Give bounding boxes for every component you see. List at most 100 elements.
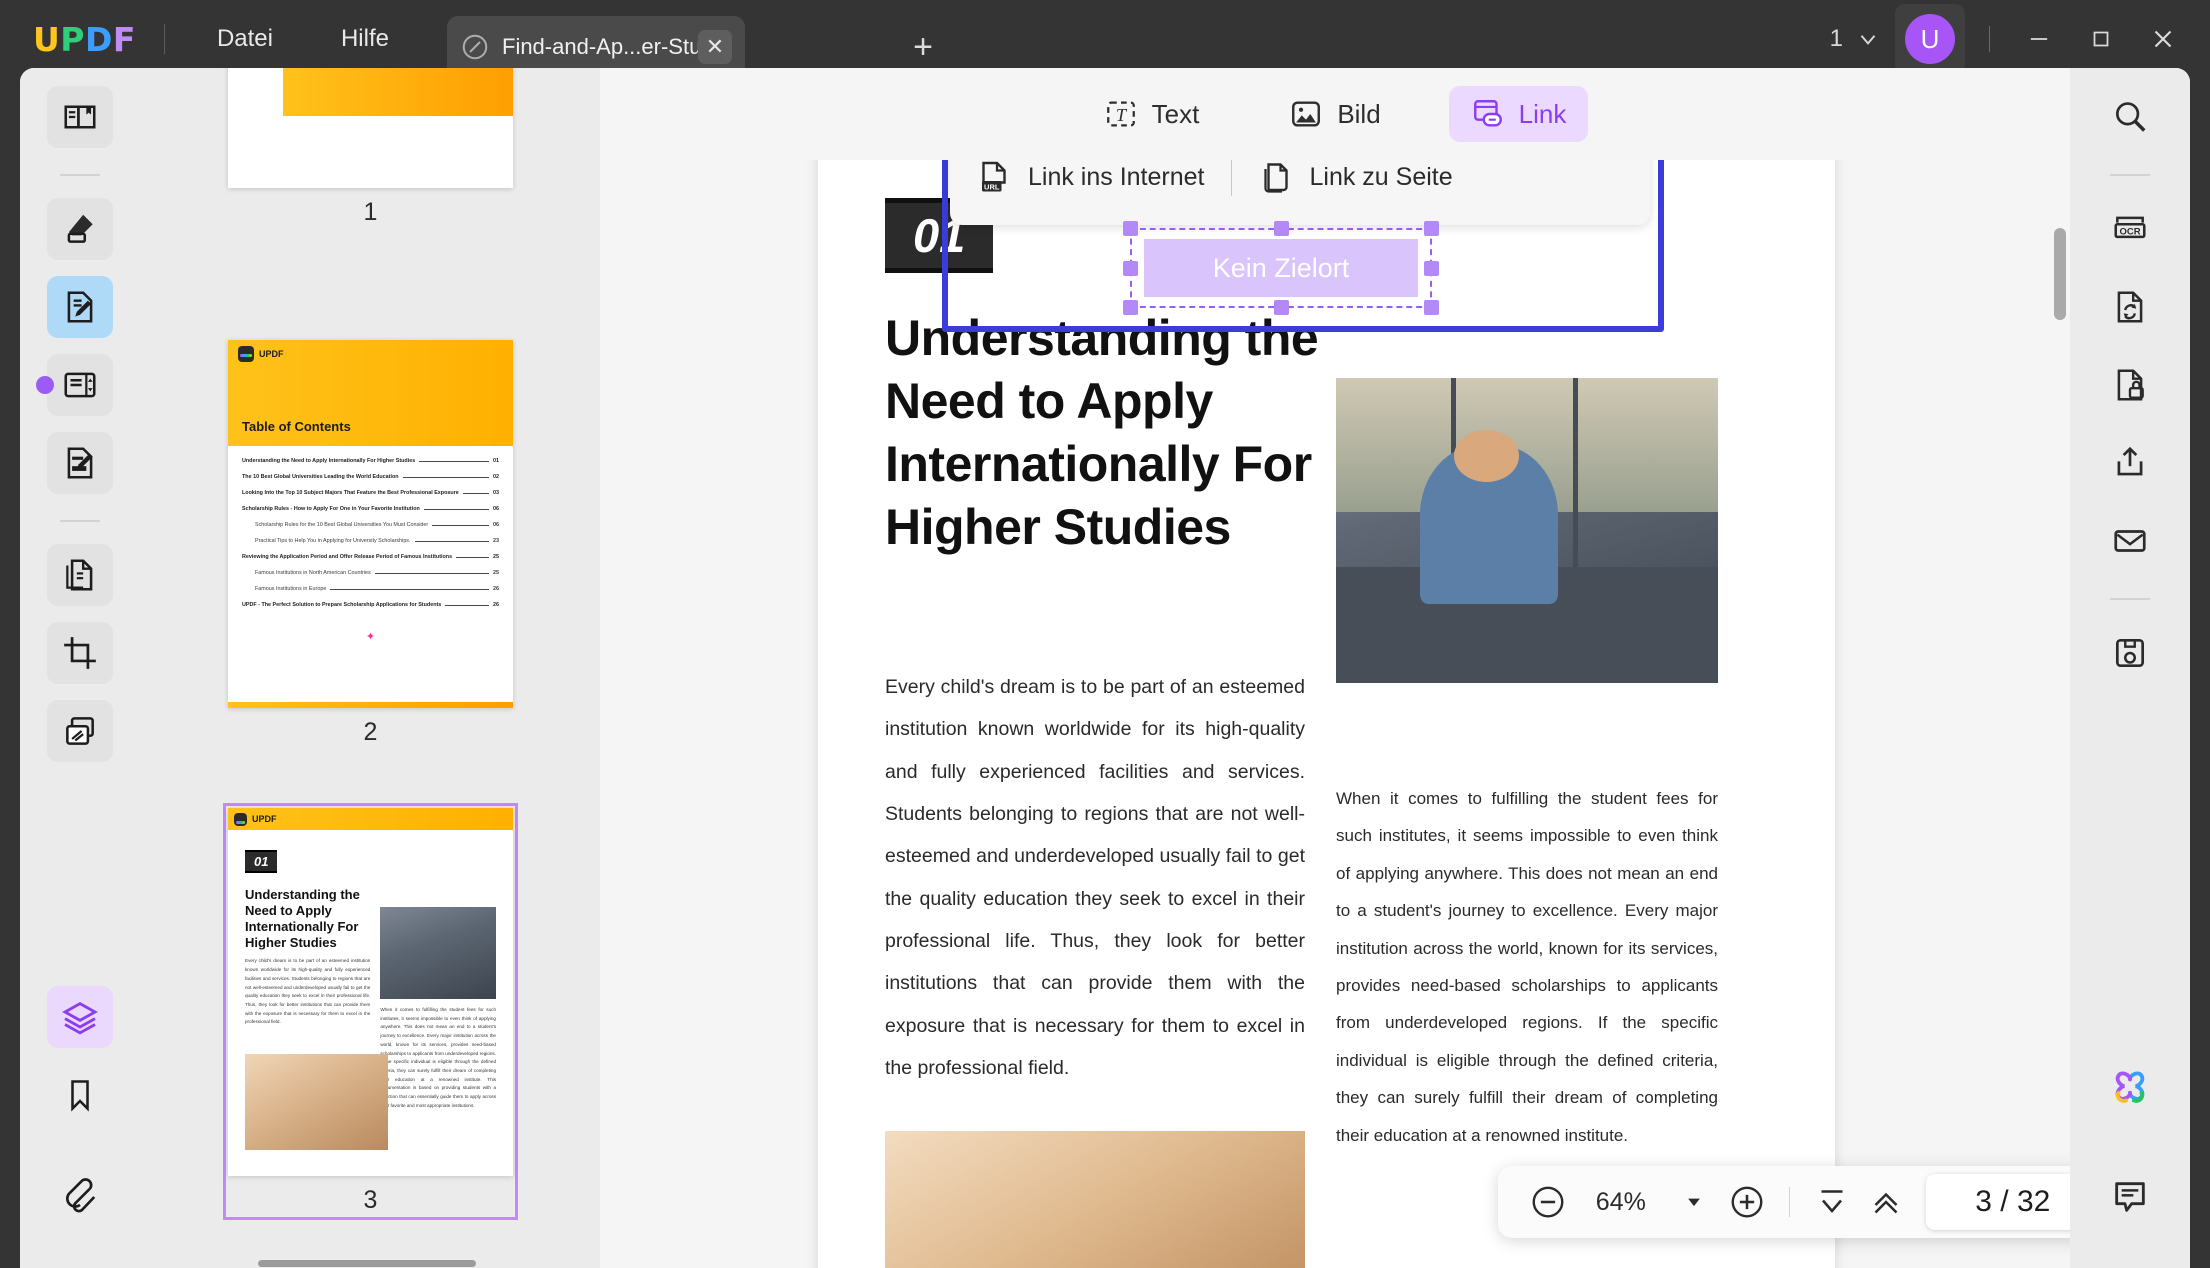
sidebar-form-icon[interactable]: [47, 354, 113, 416]
close-icon: [2148, 24, 2178, 54]
sidebar-organize-pages-icon[interactable]: [47, 544, 113, 606]
zoom-dropdown-button[interactable]: [1670, 1176, 1718, 1228]
window-count-selector[interactable]: 1: [1830, 25, 1881, 53]
link-popup: URL Link ins Internet Link zu Seite: [950, 160, 1650, 225]
convert-icon[interactable]: [2097, 276, 2163, 338]
tool-bild-label: Bild: [1337, 99, 1380, 130]
link-zu-seite-button[interactable]: Link zu Seite: [1232, 160, 1479, 196]
zoom-level-value: 64%: [1578, 1188, 1664, 1217]
email-icon[interactable]: [2097, 510, 2163, 572]
bookmark-panel-icon[interactable]: [47, 1064, 113, 1126]
comment-icon[interactable]: [2097, 1166, 2163, 1228]
sidebar-highlight-icon[interactable]: [47, 198, 113, 260]
text-icon: T: [1104, 97, 1138, 131]
navbar-divider-1: [1789, 1187, 1790, 1217]
search-icon[interactable]: [2097, 86, 2163, 148]
resize-handle-w[interactable]: [1123, 261, 1138, 276]
tool-link[interactable]: Link: [1449, 86, 1589, 142]
resize-handle-sw[interactable]: [1123, 300, 1138, 315]
save-icon[interactable]: [2097, 622, 2163, 684]
thumbnail-page-2-number: 2: [228, 718, 513, 747]
thumbnail-page-3-number: 3: [228, 1186, 513, 1215]
maximize-button[interactable]: [2070, 0, 2132, 78]
panel-resize-handle[interactable]: [36, 376, 54, 394]
toc-leader: [403, 477, 489, 478]
sidebar-edit-pdf-icon[interactable]: [47, 276, 113, 338]
tab-close-icon[interactable]: ✕: [698, 30, 732, 64]
sidebar-sign-icon[interactable]: [47, 432, 113, 494]
sidebar-compare-icon[interactable]: [47, 700, 113, 762]
thumbnail-horizontal-scrollbar[interactable]: [140, 1258, 600, 1268]
zoom-in-button[interactable]: [1724, 1176, 1772, 1228]
resize-handle-n[interactable]: [1274, 221, 1289, 236]
close-button[interactable]: [2132, 0, 2194, 78]
thumb2-title: Table of Contents: [228, 419, 365, 446]
toc-entry-label: Famous Institutions in Europe: [255, 586, 326, 592]
tool-bild[interactable]: Bild: [1267, 86, 1402, 142]
page-photo-student: [1336, 378, 1718, 683]
toc-entry-label: Famous Institutions in North American Co…: [255, 570, 371, 576]
logo-letter-d: D: [85, 20, 113, 59]
share-icon[interactable]: [2097, 432, 2163, 494]
attachment-panel-icon[interactable]: [47, 1166, 113, 1228]
toc-entry-page: 26: [493, 586, 499, 592]
right-rail-divider-2: [2110, 598, 2150, 600]
document-vertical-scrollbar[interactable]: [2054, 228, 2066, 320]
thumbnails-panel-icon[interactable]: [47, 986, 113, 1048]
ai-assistant-icon[interactable]: [2097, 1058, 2163, 1120]
toc-row: Scholarship Rules - How to Apply For One…: [242, 506, 499, 512]
sidebar-reader-icon[interactable]: [47, 86, 113, 148]
resize-handle-s[interactable]: [1274, 300, 1289, 315]
toc-row: Reviewing the Application Period and Off…: [242, 554, 499, 560]
new-tab-button[interactable]: +: [903, 30, 943, 70]
page-indicator-field[interactable]: 3 / 32: [1926, 1174, 2070, 1230]
link-ins-internet-button[interactable]: URL Link ins Internet: [950, 160, 1231, 196]
menu-datei[interactable]: Datei: [195, 19, 295, 59]
window-count-value: 1: [1830, 25, 1843, 53]
sidebar-crop-icon[interactable]: [47, 622, 113, 684]
thumbnail-page-1-preview: [228, 68, 513, 188]
link-zu-seite-label: Link zu Seite: [1310, 163, 1453, 192]
resize-handle-nw[interactable]: [1123, 221, 1138, 236]
protect-icon[interactable]: [2097, 354, 2163, 416]
thumbnail-page-1[interactable]: 1: [228, 68, 513, 227]
thumb3-brand-mark: [234, 813, 247, 826]
resize-handle-se[interactable]: [1424, 300, 1439, 315]
ocr-icon[interactable]: OCR: [2097, 198, 2163, 260]
zoom-out-icon: [1529, 1183, 1567, 1221]
chevron-down-icon: [1684, 1192, 1704, 1212]
toc-entry-page: 25: [493, 554, 499, 560]
resize-handle-ne[interactable]: [1424, 221, 1439, 236]
page-paragraph-left: Every child's dream is to be part of an …: [885, 666, 1305, 1089]
thumb3-photo-student: [380, 907, 496, 999]
page-paragraph-right: When it comes to fulfilling the student …: [1336, 780, 1718, 1154]
toc-entry-page: 25: [493, 570, 499, 576]
document-scroll-area[interactable]: UPDF 01 Understanding the Need to Apply …: [600, 160, 2070, 1268]
pdf-page-3[interactable]: UPDF 01 Understanding the Need to Apply …: [818, 160, 1835, 1268]
window-controls: 1 U: [1830, 0, 2210, 78]
rail-divider-1: [60, 174, 100, 176]
toc-row: Famous Institutions in North American Co…: [242, 570, 499, 576]
toc-entry-page: 06: [493, 506, 499, 512]
thumb3-brand-label: UPDF: [252, 814, 277, 824]
menu-hilfe[interactable]: Hilfe: [319, 19, 411, 59]
document-viewer: T Text Bild: [600, 68, 2070, 1268]
app-shell: 1 UPDF Table of Contents Understanding t…: [20, 68, 2190, 1268]
toc-entry-page: 23: [493, 538, 499, 544]
thumbnail-page-2[interactable]: UPDF Table of Contents Understanding the…: [228, 340, 513, 747]
minimize-button[interactable]: [2008, 0, 2070, 78]
toc-leader: [419, 461, 489, 462]
previous-page-button[interactable]: [1862, 1176, 1910, 1228]
toc-leader: [463, 493, 489, 494]
resize-handle-e[interactable]: [1424, 261, 1439, 276]
page-thumbnails-panel[interactable]: 1 UPDF Table of Contents Understanding t…: [140, 68, 600, 1268]
tool-text[interactable]: T Text: [1082, 86, 1222, 142]
svg-text:OCR: OCR: [2119, 227, 2140, 238]
account-button[interactable]: U: [1895, 4, 1965, 74]
zoom-out-button[interactable]: [1524, 1176, 1572, 1228]
toc-entry-label: UPDF - The Perfect Solution to Prepare S…: [242, 602, 441, 608]
thumbnail-page-3[interactable]: UPDF 01 Understanding the Need to Apply …: [228, 808, 513, 1215]
link-selection-box[interactable]: Kein Zielort: [1130, 228, 1432, 308]
first-page-button[interactable]: [1808, 1176, 1856, 1228]
prev-page-icon: [1868, 1184, 1904, 1220]
